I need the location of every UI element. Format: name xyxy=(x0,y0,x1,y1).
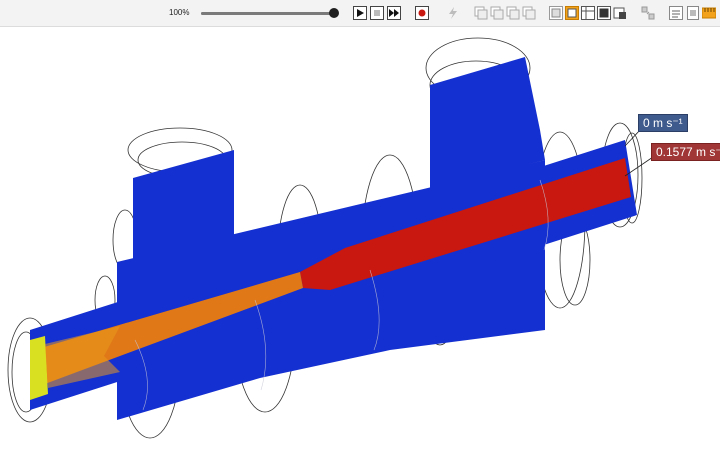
refresh-button[interactable] xyxy=(641,6,655,20)
view-image-button[interactable] xyxy=(597,6,611,20)
fast-forward-button[interactable] xyxy=(387,6,401,20)
view-table-icon xyxy=(581,6,595,20)
ruler-button[interactable] xyxy=(702,6,716,20)
settings-icon xyxy=(669,6,683,20)
record-icon xyxy=(415,6,429,20)
ruler-icon xyxy=(702,7,716,19)
graphics-viewport[interactable] xyxy=(0,27,720,444)
page-button[interactable] xyxy=(686,6,700,20)
copy-frame-2-icon xyxy=(490,6,504,20)
play-button[interactable] xyxy=(353,6,367,20)
toolbar: 100% xyxy=(0,0,720,27)
copy-frame-2-button[interactable] xyxy=(490,6,504,20)
settings-button[interactable] xyxy=(669,6,683,20)
page-icon xyxy=(687,6,699,20)
max-value-label: 0.1577 m s⁻¹ xyxy=(651,143,720,161)
view-active-button[interactable] xyxy=(565,6,579,20)
view-grid-icon xyxy=(549,6,563,20)
copy-frame-4-icon xyxy=(522,6,536,20)
export-icon xyxy=(613,7,626,19)
view-grid-button[interactable] xyxy=(549,6,563,20)
velocity-surface-plot xyxy=(7,37,654,439)
export-button[interactable] xyxy=(613,6,627,20)
fast-forward-icon xyxy=(387,6,401,20)
copy-frame-1-button[interactable] xyxy=(474,6,488,20)
zoom-slider[interactable] xyxy=(201,12,333,15)
view-image-icon xyxy=(597,6,611,20)
lightning-button[interactable] xyxy=(446,6,460,20)
play-icon xyxy=(353,6,367,20)
refresh-icon xyxy=(641,6,655,20)
view-active-icon xyxy=(565,6,579,20)
min-value-label: 0 m s⁻¹ xyxy=(638,114,688,132)
zoom-slider-fill xyxy=(201,12,333,15)
view-table-button[interactable] xyxy=(581,6,595,20)
record-button[interactable] xyxy=(415,6,429,20)
zoom-slider-thumb[interactable] xyxy=(329,8,339,18)
copy-frame-4-button[interactable] xyxy=(522,6,536,20)
stop-button[interactable] xyxy=(370,6,384,20)
zoom-label: 100% xyxy=(169,8,190,17)
lightning-icon xyxy=(449,7,457,19)
copy-frame-3-button[interactable] xyxy=(506,6,520,20)
copy-frame-1-icon xyxy=(474,6,488,20)
copy-frame-3-icon xyxy=(506,6,520,20)
stop-icon xyxy=(370,6,384,20)
